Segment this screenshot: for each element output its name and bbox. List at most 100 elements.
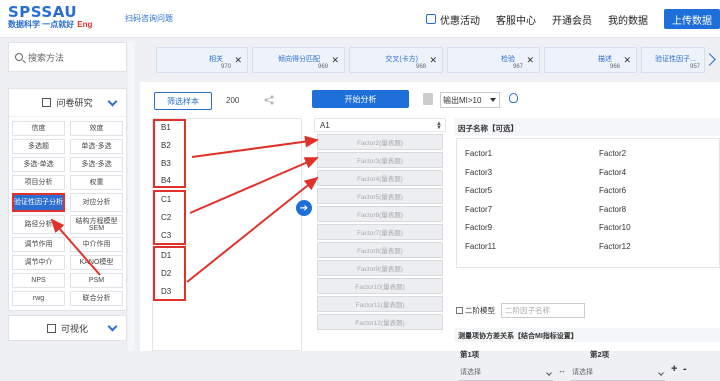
covariance-title: 测量项协方差关系【结合MI指标设置】: [454, 328, 720, 342]
method-weight[interactable]: 权重: [70, 175, 123, 190]
move-right-button[interactable]: ➔: [296, 200, 312, 216]
remove-covariance-button[interactable]: -: [683, 363, 687, 375]
share-icon[interactable]: [264, 95, 274, 105]
method-nps[interactable]: NPS: [12, 273, 65, 288]
add-covariance-button[interactable]: +: [671, 363, 677, 375]
method-conjoint[interactable]: 联合分析: [70, 291, 123, 306]
drop-header[interactable]: A1 ▲ ▼: [314, 118, 446, 132]
lightbulb-icon[interactable]: [509, 93, 518, 103]
factor-drop-slot[interactable]: Factor8(量表题): [317, 242, 443, 258]
sort-icon: ▲ ▼: [436, 121, 442, 131]
history-tab[interactable]: 倾向得分匹配 969 ✕: [252, 47, 345, 73]
nav-promotions[interactable]: 优惠活动: [426, 12, 480, 27]
factor-name-field[interactable]: Factor9: [465, 223, 492, 232]
item1-select[interactable]: 请选择: [458, 367, 553, 381]
close-icon[interactable]: ✕: [429, 55, 437, 66]
factor-drop-slot[interactable]: Factor11(量表题): [317, 296, 443, 312]
factor-name-field[interactable]: Factor4: [599, 168, 626, 177]
gift-icon: [426, 14, 436, 24]
method-sem[interactable]: 结构方程模型SEM: [70, 215, 123, 234]
history-tab[interactable]: 交叉(卡方) 968 ✕: [349, 47, 443, 73]
second-order-checkbox[interactable]: [456, 306, 463, 314]
method-psm[interactable]: PSM: [70, 273, 123, 288]
chevron-down-icon: [107, 96, 118, 107]
method-reliability[interactable]: 信度: [12, 121, 65, 136]
history-tab[interactable]: 验证性因子... 957: [641, 47, 705, 73]
trash-icon[interactable]: [423, 93, 433, 105]
panel-header-questionnaire[interactable]: 问卷研究: [9, 89, 126, 117]
method-item-analysis[interactable]: 项目分析: [12, 175, 65, 190]
top-nav: 优惠活动 客服中心 开通会员 我的数据 上传数据: [426, 0, 720, 38]
variable-item[interactable]: C1: [161, 195, 171, 204]
method-multi-multi[interactable]: 多选-多选: [70, 157, 123, 172]
method-path-analysis[interactable]: 路径分析: [12, 215, 65, 234]
factor-name-field[interactable]: Factor7: [465, 205, 492, 214]
close-icon[interactable]: ✕: [331, 55, 339, 66]
variable-item[interactable]: C3: [161, 231, 171, 240]
factor-name-field[interactable]: Factor6: [599, 186, 626, 195]
upload-data-button[interactable]: 上传数据: [664, 9, 720, 29]
factor-name-field[interactable]: Factor8: [599, 205, 626, 214]
factor-drop-slot[interactable]: Factor10(量表题): [317, 278, 443, 294]
method-kano[interactable]: KANO模型: [70, 255, 123, 270]
method-cfa[interactable]: 验证性因子分析: [12, 193, 65, 212]
variable-item[interactable]: B3: [161, 159, 171, 168]
output-mi-select[interactable]: 输出MI>10: [440, 92, 500, 108]
nav-my-data[interactable]: 我的数据: [608, 12, 648, 27]
nav-service[interactable]: 客服中心: [496, 12, 536, 27]
factor-name-field[interactable]: Factor5: [465, 186, 492, 195]
scan-consult-link[interactable]: 扫码咨询问题: [125, 13, 173, 24]
variable-item[interactable]: D1: [161, 251, 171, 260]
close-icon[interactable]: ✕: [526, 55, 534, 66]
factor-name-field[interactable]: Factor11: [465, 242, 496, 251]
factor-name-field[interactable]: Factor10: [599, 223, 631, 232]
close-icon[interactable]: ✕: [623, 55, 631, 66]
variable-item[interactable]: C2: [161, 213, 171, 222]
method-search-input[interactable]: 搜索方法: [8, 42, 127, 72]
factor-name-title: 因子名称【可选】: [454, 118, 720, 136]
panel-header-visualization[interactable]: 可视化: [8, 315, 127, 341]
logo[interactable]: SPSSAU 数据科学 一点就好 Eng: [8, 4, 92, 30]
chevron-down-icon: [546, 370, 552, 376]
variable-item[interactable]: D2: [161, 269, 171, 278]
factor-drop-slot[interactable]: Factor6(量表题): [317, 206, 443, 222]
method-multi-choice[interactable]: 多选题: [12, 139, 65, 154]
sidebar-scrollbar[interactable]: [128, 42, 134, 351]
variable-item[interactable]: B4: [161, 176, 171, 185]
factor-drop-slot[interactable]: Factor2(量表题): [317, 134, 443, 150]
item2-select[interactable]: 请选择: [570, 367, 665, 381]
chevron-right-icon[interactable]: [703, 53, 716, 66]
method-correspondence[interactable]: 对应分析: [70, 193, 123, 212]
method-mediation[interactable]: 中介作用: [70, 237, 123, 252]
history-tab[interactable]: 相关 970 ✕: [156, 47, 248, 73]
factor-drop-slot[interactable]: Factor7(量表题): [317, 224, 443, 240]
chart-icon: [46, 323, 56, 333]
factor-drop-slot[interactable]: Factor9(量表题): [317, 260, 443, 276]
history-tab[interactable]: 检验 967 ✕: [447, 47, 540, 73]
variable-item[interactable]: B2: [161, 141, 171, 150]
variable-item[interactable]: B1: [161, 123, 171, 132]
factor-drop-column: A1 ▲ ▼ Factor2(量表题) Factor3(量表题) Factor4(…: [314, 118, 446, 351]
factor-drop-slot[interactable]: Factor12(量表题): [317, 314, 443, 330]
variable-item[interactable]: D3: [161, 287, 171, 296]
factor-drop-slot[interactable]: Factor5(量表题): [317, 188, 443, 204]
factor-drop-slot[interactable]: Factor4(量表题): [317, 170, 443, 186]
method-moderation[interactable]: 调节作用: [12, 237, 65, 252]
language-switch[interactable]: Eng: [77, 20, 92, 29]
method-rwg[interactable]: rwg: [12, 291, 65, 306]
factor-name-field[interactable]: Factor12: [599, 242, 631, 251]
method-single-multi[interactable]: 单选-多选: [70, 139, 123, 154]
method-moderated-mediation[interactable]: 调节中介: [12, 255, 65, 270]
factor-name-field[interactable]: Factor1: [465, 149, 492, 158]
factor-drop-slot[interactable]: Factor3(量表题): [317, 152, 443, 168]
start-analysis-button[interactable]: 开始分析: [312, 90, 409, 108]
close-icon[interactable]: ✕: [234, 55, 242, 66]
factor-name-field[interactable]: Factor3: [465, 168, 492, 177]
factor-name-field[interactable]: Factor2: [599, 149, 626, 158]
filter-sample-button[interactable]: 筛选样本: [154, 92, 212, 110]
method-multi-single[interactable]: 多选-单选: [12, 157, 65, 172]
history-tab[interactable]: 描述 966 ✕: [544, 47, 637, 73]
nav-membership[interactable]: 开通会员: [552, 12, 592, 27]
method-validity[interactable]: 效度: [70, 121, 123, 136]
second-order-name-input[interactable]: 二阶因子名称: [501, 302, 585, 318]
